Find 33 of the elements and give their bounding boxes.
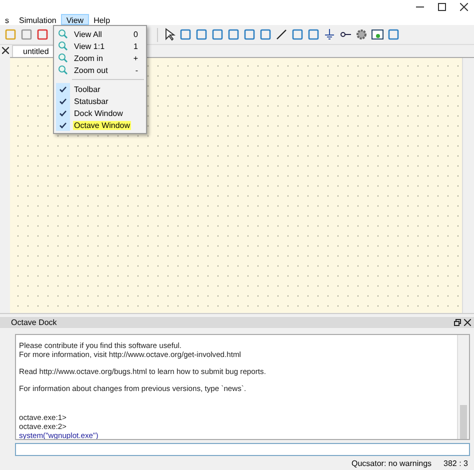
magnifier-icon — [58, 41, 68, 51]
gear-icon[interactable] — [355, 28, 368, 41]
float-icon[interactable] — [454, 319, 461, 326]
menu-item[interactable]: Zoom out - — [54, 64, 146, 76]
cursor-position: 382 : 3 — [444, 458, 468, 468]
scrollbar[interactable] — [457, 335, 469, 439]
console-input-field[interactable] — [15, 443, 470, 456]
shortcut-label: 1 — [134, 42, 138, 50]
close-icon[interactable] — [2, 47, 9, 54]
menu-item[interactable]: Help — [88, 14, 116, 25]
magnifier-icon — [58, 53, 68, 63]
menu-item[interactable]: View All 0 — [54, 28, 146, 40]
wire-icon[interactable] — [275, 28, 288, 41]
menu-item[interactable]: Dock Window — [54, 107, 146, 119]
close-icon[interactable] — [460, 3, 468, 11]
magnifier-icon — [58, 29, 68, 39]
ground-icon[interactable] — [323, 28, 336, 41]
shortcut-label: 0 — [134, 30, 138, 38]
menu-item[interactable]: Simulation — [14, 14, 62, 25]
status-message: Qucsator: no warnings — [351, 458, 432, 468]
magnifier-icon — [58, 65, 68, 75]
select-icon[interactable] — [163, 28, 176, 41]
menu-item[interactable]: Statusbar — [54, 95, 146, 107]
maximize-icon[interactable] — [438, 3, 446, 11]
shortcut-label: + — [133, 54, 138, 62]
dock-title: Octave Dock — [11, 318, 57, 327]
shortcut-label: - — [135, 66, 138, 74]
menu-item[interactable]: View — [61, 14, 89, 25]
menu-item[interactable]: s — [0, 14, 14, 25]
menu-item[interactable]: Toolbar — [54, 83, 146, 95]
menu-item[interactable]: Octave Window — [54, 119, 146, 131]
close-icon[interactable] — [464, 319, 471, 326]
window-icon[interactable] — [371, 28, 384, 41]
